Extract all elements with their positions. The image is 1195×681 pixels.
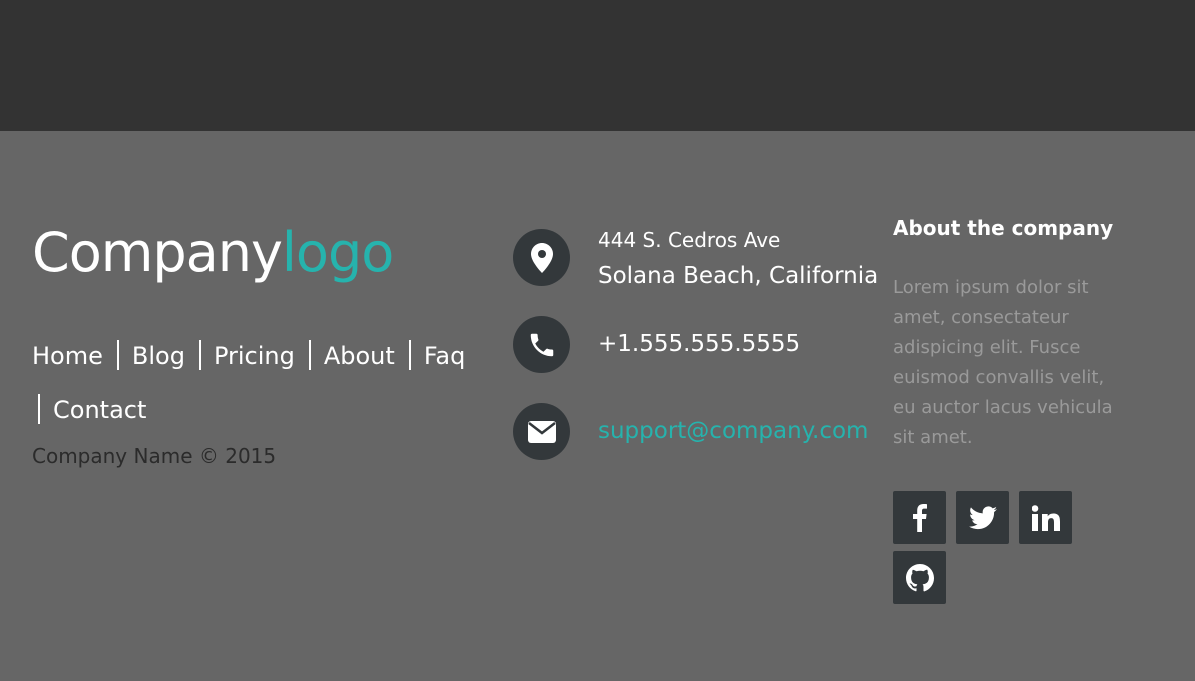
about-text: Lorem ipsum dolor sit amet, consectateur… <box>893 277 1113 448</box>
nav-link-pricing[interactable]: Pricing <box>214 342 295 370</box>
phone-number: +1.555.555.5555 <box>598 331 801 357</box>
support-email-link[interactable]: support@company.com <box>598 418 868 444</box>
facebook-icon[interactable] <box>893 491 946 544</box>
footer-nav: Home Blog Pricing About Faq Contact <box>32 329 472 437</box>
logo-text-accent: logo <box>281 221 394 284</box>
nav-separator <box>198 340 201 370</box>
envelope-icon <box>513 403 570 460</box>
nav-link-about[interactable]: About <box>324 342 395 370</box>
top-bar <box>0 0 1195 131</box>
address-line-1: 444 S. Cedros Ave <box>598 228 781 252</box>
twitter-icon[interactable] <box>956 491 1009 544</box>
nav-link-home[interactable]: Home <box>32 342 103 370</box>
logo-text-company: Company <box>32 221 283 284</box>
phone-icon <box>513 316 570 373</box>
copyright-text: Company Name © 2015 <box>32 444 277 468</box>
site-footer: Companylogo Home Blog Pricing About Faq Conta… <box>0 131 1195 681</box>
nav-link-blog[interactable]: Blog <box>132 342 185 370</box>
nav-link-contact[interactable]: Contact <box>53 396 146 424</box>
address-line-2: Solana Beach, California <box>598 263 879 289</box>
nav-link-faq[interactable]: Faq <box>424 342 466 370</box>
linkedin-icon[interactable] <box>1019 491 1072 544</box>
nav-separator <box>116 340 119 370</box>
map-marker-icon <box>513 229 570 286</box>
nav-separator <box>38 394 40 424</box>
nav-separator <box>408 340 411 370</box>
nav-separator <box>308 340 311 370</box>
about-title: About the company <box>893 216 1114 240</box>
company-logo[interactable]: Companylogo <box>32 221 394 284</box>
github-icon[interactable] <box>893 551 946 604</box>
